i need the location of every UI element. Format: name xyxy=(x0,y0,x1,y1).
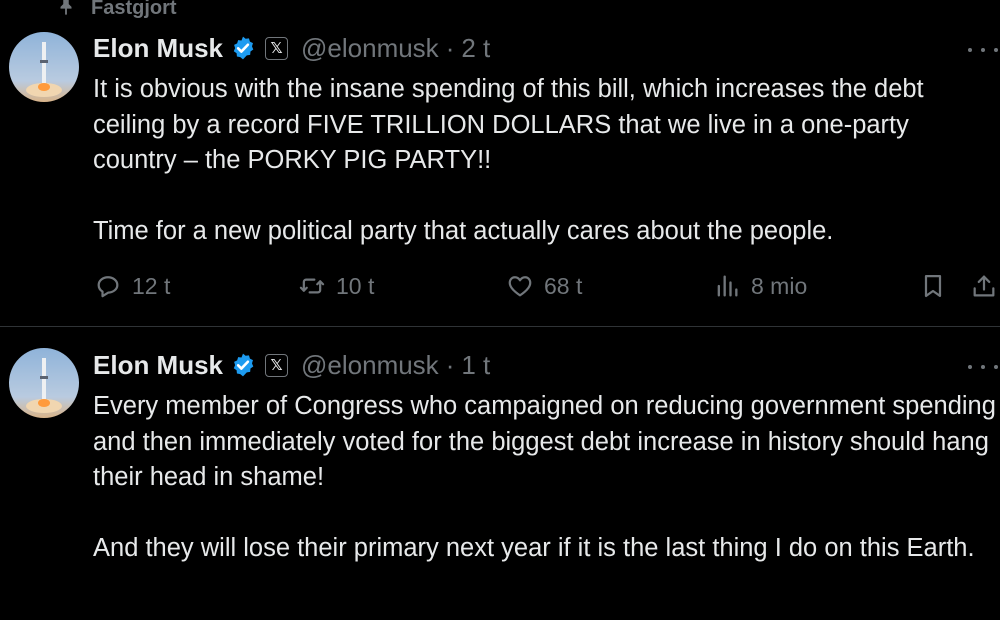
pinned-label: Fastgjort xyxy=(91,0,177,19)
share-button[interactable] xyxy=(970,272,998,300)
tweet-header: Elon Musk 𝕏 @elonmusk · 1 t xyxy=(93,347,490,383)
verified-badge-icon[interactable] xyxy=(230,35,256,61)
more-icon[interactable] xyxy=(968,357,998,377)
verified-badge-icon[interactable] xyxy=(230,352,256,378)
reply-icon xyxy=(97,276,119,298)
tweet-header: Elon Musk 𝕏 @elonmusk · 2 t xyxy=(93,30,490,66)
affiliate-badge[interactable]: 𝕏 xyxy=(265,36,289,60)
tweet-paragraph: Time for a new political party that actu… xyxy=(93,217,834,245)
tweet-text: It is obvious with the insane spending o… xyxy=(93,72,998,250)
reply-button[interactable]: 12 t xyxy=(94,272,170,300)
author-name[interactable]: Elon Musk xyxy=(93,350,223,381)
more-icon[interactable] xyxy=(968,40,998,60)
pinned-indicator: Fastgjort xyxy=(55,0,177,22)
action-bar: 12 t 10 t 68 t 8 mio xyxy=(0,272,1000,306)
views-icon xyxy=(717,275,738,297)
reply-count: 12 t xyxy=(132,272,171,299)
pin-icon xyxy=(55,0,77,22)
separator-dot: · xyxy=(445,349,455,380)
bookmark-button[interactable] xyxy=(919,272,947,300)
like-button[interactable]: 68 t xyxy=(506,272,582,300)
like-icon xyxy=(508,276,532,297)
views-count: 8 mio xyxy=(751,272,808,299)
like-count: 68 t xyxy=(544,272,583,299)
avatar[interactable] xyxy=(9,348,79,418)
tweet[interactable]: Elon Musk 𝕏 @elonmusk · 1 t Every member… xyxy=(0,327,1000,620)
author-handle[interactable]: @elonmusk xyxy=(301,33,439,64)
bookmark-icon xyxy=(924,274,942,298)
share-icon xyxy=(973,275,995,297)
repost-button[interactable]: 10 t xyxy=(298,272,374,300)
tweet-paragraph: Every member of Congress who campaigned … xyxy=(93,392,996,491)
tweet-paragraph: It is obvious with the insane spending o… xyxy=(93,75,924,174)
timestamp[interactable]: 1 t xyxy=(461,350,490,381)
separator-dot: · xyxy=(445,32,455,63)
timestamp[interactable]: 2 t xyxy=(461,33,490,64)
tweet[interactable]: Elon Musk 𝕏 @elonmusk · 2 t It is obviou… xyxy=(0,28,1000,327)
repost-count: 10 t xyxy=(336,272,375,299)
avatar[interactable] xyxy=(9,32,79,102)
tweet-paragraph: And they will lose their primary next ye… xyxy=(93,534,975,562)
views-button[interactable]: 8 mio xyxy=(713,272,807,300)
author-handle[interactable]: @elonmusk xyxy=(301,350,439,381)
repost-icon xyxy=(299,278,325,294)
affiliate-badge[interactable]: 𝕏 xyxy=(265,353,289,377)
tweet-text: Every member of Congress who campaigned … xyxy=(93,389,998,567)
author-name[interactable]: Elon Musk xyxy=(93,33,223,64)
